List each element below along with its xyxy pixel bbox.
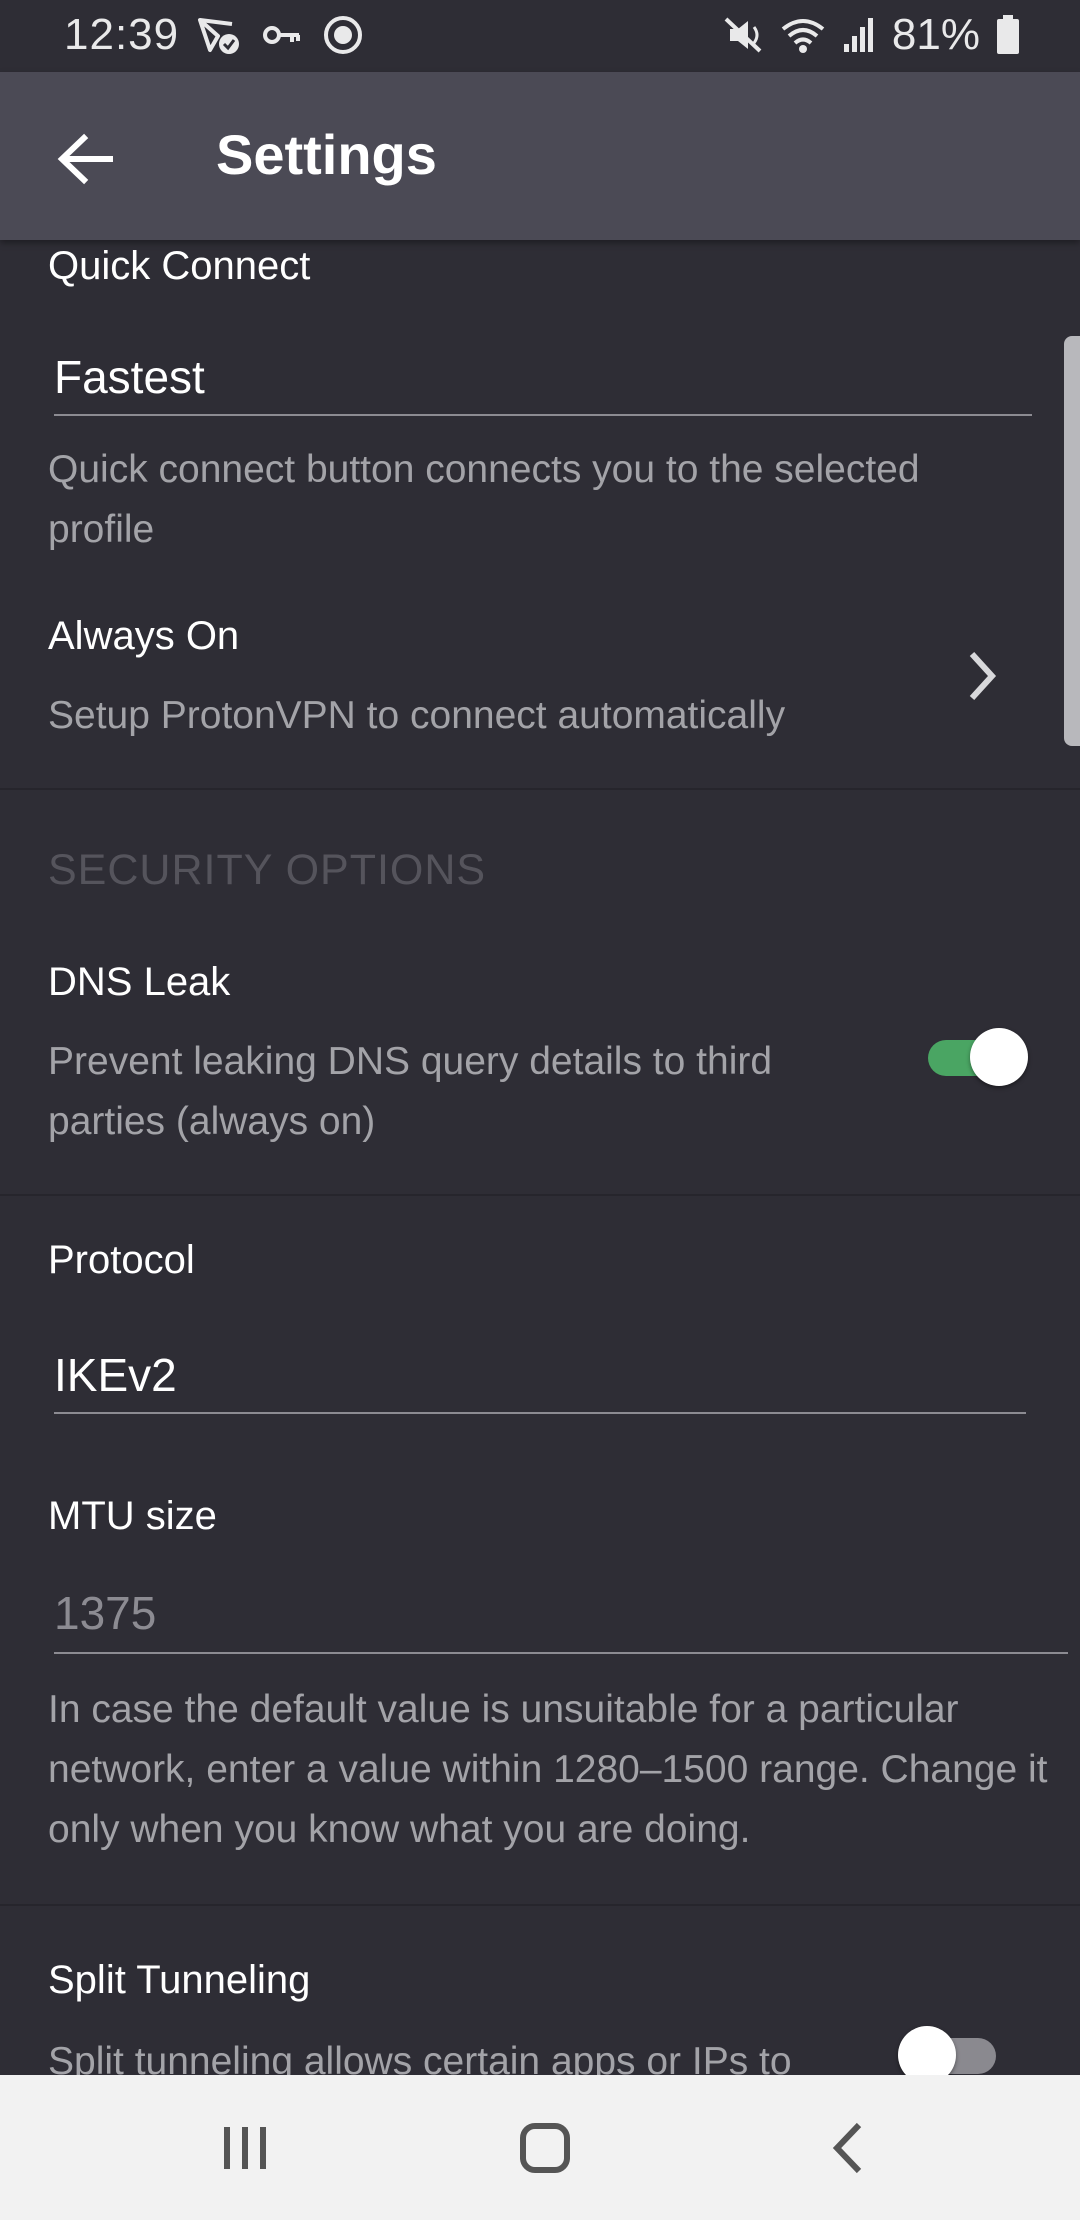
quick-connect-description: Quick connect button connects you to the… [48, 448, 920, 551]
status-bar: 12:39 81% [0, 0, 1080, 72]
screen: 12:39 81% Settings Quick Connect Fastest… [0, 0, 1080, 2220]
mtu-description: In case the default value is unsuitable … [48, 1688, 1048, 1851]
toggle-thumb [970, 1028, 1028, 1086]
quick-connect-value: Fastest [54, 351, 205, 403]
quick-connect-label: Quick Connect [48, 244, 311, 288]
app-bar: Settings [0, 72, 1080, 240]
mtu-placeholder: 1375 [54, 1587, 157, 1639]
chevron-right-icon [969, 651, 997, 701]
mute-icon [724, 17, 762, 53]
scrollbar[interactable] [1064, 336, 1080, 746]
status-right: 81% [724, 10, 1020, 60]
toggle-thumb [898, 2026, 956, 2075]
battery-icon [997, 15, 1019, 54]
status-left-icons [196, 14, 364, 56]
vpn-check-icon [198, 18, 239, 54]
dns-leak-label: DNS Leak [48, 960, 231, 1004]
system-nav-bar [0, 2075, 1080, 2220]
mtu-label: MTU size [48, 1494, 217, 1538]
status-time: 12:39 [64, 10, 180, 59]
signal-icon [843, 18, 873, 52]
nav-back-button[interactable] [815, 2113, 885, 2183]
split-tunneling-toggle[interactable] [898, 2024, 1004, 2075]
divider [0, 1904, 1080, 1906]
recents-button[interactable] [210, 2113, 280, 2183]
key-icon [263, 26, 300, 44]
protocol-underline [54, 1412, 1026, 1414]
dns-leak-toggle[interactable] [928, 1026, 1028, 1086]
divider [0, 788, 1080, 790]
wifi-icon [781, 19, 825, 53]
mtu-underline [54, 1652, 1068, 1654]
section-header-security: SECURITY OPTIONS [48, 846, 487, 894]
recents-icon [224, 2127, 266, 2169]
dns-leak-description: Prevent leaking DNS query details to thi… [48, 1040, 773, 1143]
always-on-label: Always On [48, 614, 240, 658]
split-tunneling-label: Split Tunneling [48, 1958, 311, 2002]
home-icon [520, 2123, 570, 2173]
arrow-left-icon [57, 133, 113, 185]
split-tunneling-description: Split tunneling allows certain apps or I… [48, 2040, 792, 2075]
page-title: Settings [216, 123, 437, 186]
protocol-label: Protocol [48, 1238, 195, 1282]
always-on-description: Setup ProtonVPN to connect automatically [48, 694, 786, 737]
divider [0, 1194, 1080, 1196]
battery-percent: 81% [891, 10, 980, 59]
settings-list[interactable]: Quick Connect Fastest Quick connect butt… [0, 240, 1080, 2075]
home-button[interactable] [510, 2113, 580, 2183]
back-chevron-icon [832, 2122, 862, 2174]
back-button[interactable] [50, 124, 120, 194]
quick-connect-underline [54, 414, 1032, 416]
record-icon [324, 16, 362, 54]
protocol-value: IKEv2 [54, 1349, 177, 1401]
